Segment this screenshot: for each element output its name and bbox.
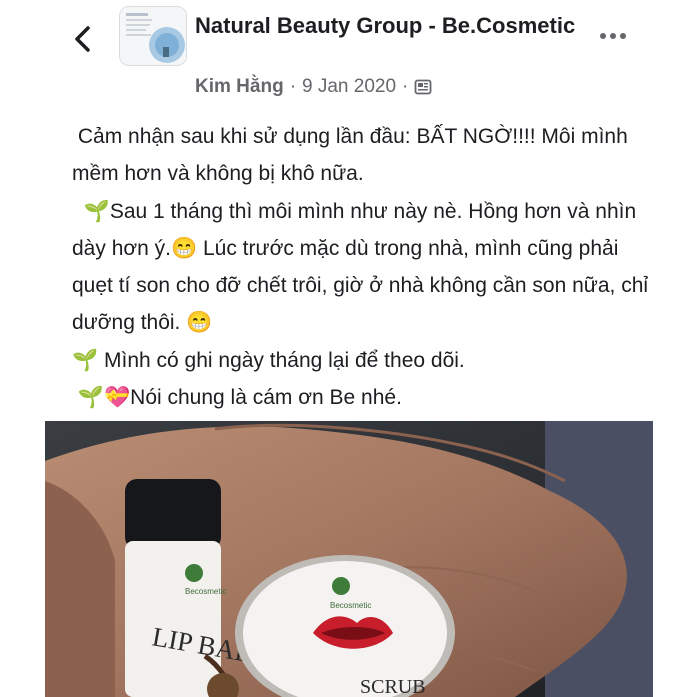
sprout-emoji: 🌱 [72,348,99,372]
post-paragraph: 🌱💝Nói chung là cám ơn Be nhé. [72,379,662,416]
sprout-emoji: 🌱 [83,199,110,223]
post-paragraph: 🌱Sau 1 tháng thì môi mình như này nè. Hồ… [72,193,662,342]
product-photo: Becosmetic LIP BAL Becosmetic SCRUB [45,421,653,697]
meta-separator: · [289,76,297,97]
sprout-emoji: 🌱 [77,386,104,410]
group-name[interactable]: Natural Beauty Group - Be.Cosmetic [195,10,615,41]
chevron-left-icon[interactable] [66,22,100,56]
group-cover-image [120,7,186,65]
post-header: Natural Beauty Group - Be.Cosmetic Kim H… [0,0,697,110]
heart-emoji: 💝 [104,386,131,410]
post-paragraph: 🌱 Mình có ghi ngày tháng lại để theo dõi… [72,342,662,379]
post-body: Cảm nhận sau khi sử dụng lần đầu: BẤT NG… [72,118,662,416]
post-line: Nói chung là cám ơn Be nhé. [130,386,402,410]
post-meta: Kim Hằng · 9 Jan 2020 · [195,76,432,98]
post-line: Mình có ghi ngày tháng lại để theo dõi. [98,348,465,372]
post-photo[interactable]: Becosmetic LIP BAL Becosmetic SCRUB [45,421,653,697]
group-privacy-icon [414,79,432,95]
grin-emoji: 😁 [186,311,213,335]
balm-brand-text: Becosmetic [185,587,226,596]
group-cover-thumbnail[interactable] [119,6,187,66]
meta-separator: · [402,76,409,97]
grin-emoji: 😁 [171,236,198,260]
author-name[interactable]: Kim Hằng [195,76,284,98]
scrub-label-text: SCRUB [360,676,426,697]
more-horizontal-icon[interactable] [596,24,630,48]
post-line: Cảm nhận sau khi sử dụng lần đầu: BẤT NG… [72,125,628,186]
scrub-brand-text: Becosmetic [330,601,371,610]
post-paragraph: Cảm nhận sau khi sử dụng lần đầu: BẤT NG… [72,118,662,193]
post-date[interactable]: 9 Jan 2020 [302,76,396,98]
